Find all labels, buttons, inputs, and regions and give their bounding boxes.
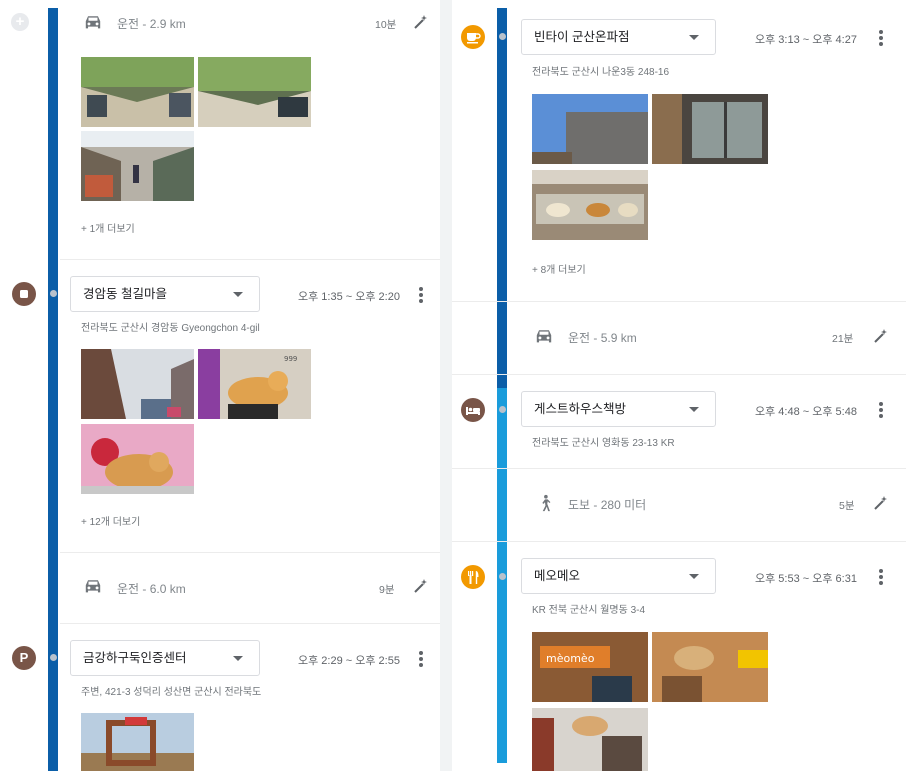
place-name: 빈타이 군산온파점: [534, 30, 630, 44]
divider: [452, 301, 906, 302]
travel-duration: 10분: [375, 19, 397, 31]
travel-mode-label: 운전 - 2.9 km: [117, 17, 186, 31]
svg-text:999: 999: [284, 355, 297, 363]
photo-certification-center[interactable]: [81, 713, 194, 771]
divider: [452, 541, 906, 542]
place-name: 메오메오: [534, 569, 581, 583]
place-address: 전라북도 군산시 경암동 Gyeongchon 4-gil: [81, 323, 260, 334]
photo-restaurant-sign[interactable]: mèomèo: [532, 632, 648, 702]
car-icon: [85, 16, 101, 29]
divider: [452, 468, 906, 469]
divider: [60, 623, 440, 624]
more-vert-icon[interactable]: [874, 568, 888, 586]
photo-cafe-window[interactable]: [652, 94, 768, 164]
travel-mode-label: 도보 - 280 미터: [568, 498, 647, 512]
more-photos-link[interactable]: + 1개 더보기: [81, 220, 135, 235]
car-icon: [536, 330, 552, 343]
magic-wand-icon[interactable]: [873, 328, 889, 344]
divider: [60, 552, 440, 553]
photo-restaurant-entrance[interactable]: [532, 708, 648, 771]
place-address: 전라북도 군산시 나운3동 248-16: [532, 67, 670, 78]
photo-market-canopy-2[interactable]: [198, 57, 311, 127]
travel-duration: 9분: [379, 584, 395, 596]
bed-icon: [461, 398, 485, 422]
restaurant-icon: [461, 565, 485, 589]
place-select[interactable]: 금강하구둑인증센터: [70, 640, 260, 676]
visit-time: 오후 2:29 ~ 오후 2:55: [298, 655, 400, 667]
travel-duration: 21분: [832, 333, 854, 345]
photo-railroad-village[interactable]: [81, 349, 194, 419]
place-select[interactable]: 게스트하우스책방: [521, 391, 716, 427]
walk-icon: [542, 494, 551, 512]
timeline-dot: [498, 33, 506, 40]
timeline-dot: [49, 290, 57, 297]
travel-duration: 5분: [839, 500, 855, 512]
place-address: 전라북도 군산시 영화동 23-13 KR: [532, 438, 675, 449]
photo-restaurant-interior[interactable]: [652, 632, 768, 702]
divider: [452, 374, 906, 375]
magic-wand-icon[interactable]: [413, 578, 429, 594]
more-vert-icon[interactable]: [874, 29, 888, 47]
place-address: 주변, 421-3 성덕리 성산면 군산시 전라북도: [81, 687, 262, 698]
chevron-down-icon: [233, 656, 243, 661]
photo-market-street[interactable]: [81, 131, 194, 201]
timeline-line: [497, 8, 507, 388]
add-stop-icon[interactable]: +: [11, 13, 29, 31]
place-name: 경암동 철길마을: [83, 287, 167, 301]
stop-icon: [12, 282, 36, 306]
restaurant-sign-text: mèomèo: [546, 652, 595, 665]
chevron-down-icon: [689, 35, 699, 40]
visit-time: 오후 5:53 ~ 오후 6:31: [755, 573, 857, 585]
magic-wand-icon[interactable]: [873, 495, 889, 511]
visit-time: 오후 4:48 ~ 오후 5:48: [755, 406, 857, 418]
travel-mode-label: 운전 - 5.9 km: [568, 331, 637, 345]
timeline-dot: [49, 654, 57, 661]
chevron-down-icon: [689, 407, 699, 412]
more-photos-link[interactable]: + 12개 더보기: [81, 513, 140, 528]
more-photos-link[interactable]: + 8개 더보기: [532, 261, 586, 276]
travel-mode-label: 운전 - 6.0 km: [117, 582, 186, 596]
photo-cat-statue[interactable]: 999: [198, 349, 311, 419]
photo-cat-mural[interactable]: [81, 424, 194, 494]
place-name: 금강하구둑인증센터: [83, 651, 187, 665]
visit-time: 오후 1:35 ~ 오후 2:20: [298, 291, 400, 303]
timeline-dot: [498, 573, 506, 580]
parking-icon: P: [12, 646, 36, 670]
chevron-down-icon: [689, 574, 699, 579]
place-select[interactable]: 빈타이 군산온파점: [521, 19, 716, 55]
timeline-dot: [498, 406, 506, 413]
chevron-down-icon: [233, 292, 243, 297]
magic-wand-icon[interactable]: [413, 14, 429, 30]
place-name: 게스트하우스책방: [534, 402, 627, 416]
place-select[interactable]: 경암동 철길마을: [70, 276, 260, 312]
more-vert-icon[interactable]: [874, 401, 888, 419]
car-icon: [85, 580, 101, 593]
divider: [60, 259, 440, 260]
photo-cafe-exterior[interactable]: [532, 94, 648, 164]
photo-cafe-cakes[interactable]: [532, 170, 648, 240]
photo-market-canopy[interactable]: [81, 57, 194, 127]
timeline-left-column: + 운전 - 2.9 km 10분 + 1개 더보기 경암동 철길마을 오후 1…: [0, 0, 440, 771]
place-select[interactable]: 메오메오: [521, 558, 716, 594]
cafe-icon: [461, 25, 485, 49]
place-address: KR 전북 군산시 월명동 3-4: [532, 605, 646, 616]
more-vert-icon[interactable]: [414, 650, 428, 668]
timeline-right-column: 빈타이 군산온파점 오후 3:13 ~ 오후 4:27 전라북도 군산시 나운3…: [452, 0, 906, 771]
visit-time: 오후 3:13 ~ 오후 4:27: [755, 34, 857, 46]
more-vert-icon[interactable]: [414, 286, 428, 304]
column-gap: [440, 0, 452, 771]
